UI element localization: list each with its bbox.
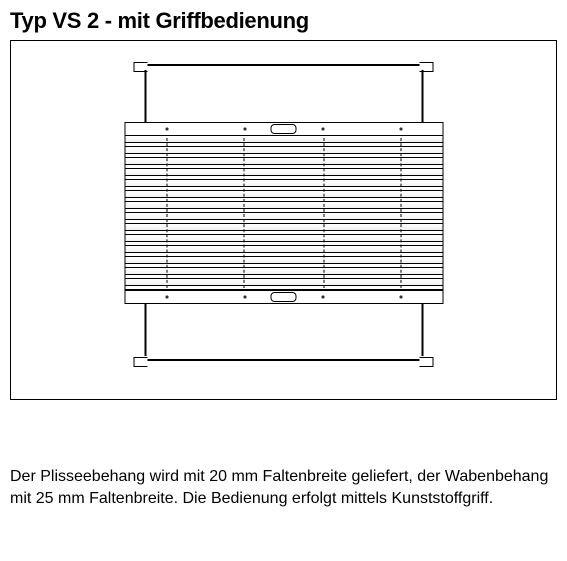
bottom-bracket: [144, 359, 424, 365]
top-operating-rail: [124, 122, 443, 136]
blind-drawing: [116, 61, 451, 365]
figure-frame: [10, 40, 557, 400]
bottom-bracket-left-icon: [134, 357, 148, 367]
pleated-fabric: [116, 136, 451, 290]
page-title: Typ VS 2 - mit Griffbedienung: [10, 8, 557, 34]
bottom-tension-rails: [116, 304, 451, 356]
bottom-handle-icon: [271, 292, 297, 302]
description-text: Der Plisseebehang wird mit 20 mm Faltenb…: [10, 466, 557, 509]
bottom-operating-rail: [124, 290, 443, 304]
top-handle-icon: [271, 124, 297, 134]
top-tension-rails: [116, 70, 451, 122]
bottom-bracket-right-icon: [420, 357, 434, 367]
